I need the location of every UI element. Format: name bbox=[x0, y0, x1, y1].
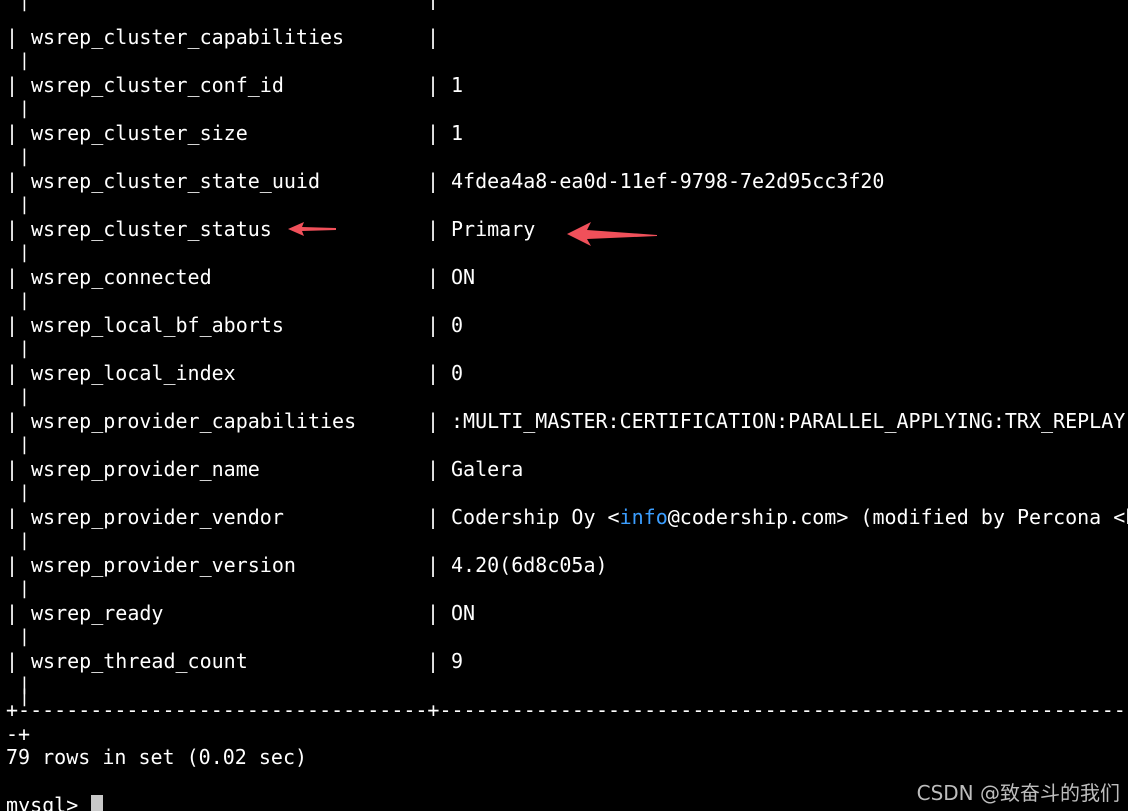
table-border: | bbox=[427, 457, 440, 481]
variable-name: wsrep_cluster_status bbox=[31, 217, 272, 241]
variable-value: Primary bbox=[451, 217, 536, 241]
result-summary: 79 rows in set (0.02 sec) bbox=[6, 745, 308, 769]
table-border: | bbox=[19, 0, 30, 12]
variable-value: 0 bbox=[451, 361, 464, 385]
table-separator: +----------------------------------+----… bbox=[6, 698, 1128, 722]
variable-value: 0 bbox=[451, 313, 464, 337]
variable-value: ON bbox=[451, 601, 476, 625]
variable-name: wsrep_connected bbox=[31, 265, 212, 289]
table-row: | | wsrep_cluster_size | 1 bbox=[0, 109, 1128, 167]
table-border: | bbox=[6, 409, 19, 433]
table-border: | bbox=[427, 601, 440, 625]
table-border: | bbox=[427, 169, 440, 193]
variable-name: wsrep_cluster_size bbox=[31, 121, 248, 145]
table-border: | bbox=[6, 361, 19, 385]
variable-name: wsrep_provider_name bbox=[31, 457, 260, 481]
variable-name: wsrep_local_index bbox=[31, 361, 236, 385]
terminal-window[interactable]: | | | | wsrep_cluster_capabilities | | | wsrep… bbox=[0, 0, 1128, 811]
variable-value: ON bbox=[451, 265, 476, 289]
email-link[interactable]: info bbox=[620, 505, 668, 529]
variable-value: 9 bbox=[451, 649, 464, 673]
variable-value: Galera bbox=[451, 457, 524, 481]
variable-name: wsrep_provider_capabilities bbox=[31, 409, 357, 433]
table-border: | bbox=[427, 313, 440, 337]
table-border: | bbox=[427, 553, 440, 577]
variable-name: wsrep_cluster_conf_id bbox=[31, 73, 284, 97]
table-row: | | wsrep_thread_count | 9 bbox=[0, 637, 1128, 695]
table-border: | bbox=[6, 73, 19, 97]
table-row: | | wsrep_provider_version | 4.20(6d8c05a) bbox=[0, 541, 1128, 599]
prompt-label: mysql> bbox=[6, 793, 91, 811]
table-row: | | wsrep_cluster_status | Primary bbox=[0, 205, 1128, 263]
table-border: | bbox=[427, 121, 440, 145]
table-row: | | wsrep_provider_capabilities |:MULTI_MAS… bbox=[0, 397, 1128, 455]
annotation-arrow-left-icon bbox=[288, 222, 336, 236]
table-border: | bbox=[6, 601, 19, 625]
table-border: | bbox=[6, 265, 19, 289]
variable-value: :MULTI_MASTER:CERTIFICATION:PARALLEL_APP… bbox=[451, 409, 1128, 433]
command-prompt[interactable]: mysql> bbox=[6, 793, 104, 811]
variable-name: wsrep_provider_vendor bbox=[31, 505, 284, 529]
variable-name: wsrep_thread_count bbox=[31, 649, 248, 673]
table-row: | | wsrep_ready | ON bbox=[0, 589, 1128, 647]
table-border: | bbox=[6, 457, 19, 481]
text-cursor bbox=[91, 795, 104, 811]
table-border: | bbox=[427, 217, 440, 241]
variable-value: 1 bbox=[451, 73, 464, 97]
table-border: | bbox=[6, 553, 19, 577]
table-border: | bbox=[6, 505, 19, 529]
watermark: CSDN @致奋斗的我们 bbox=[916, 781, 1120, 805]
variable-name: wsrep_provider_version bbox=[31, 553, 296, 577]
table-border: | bbox=[427, 265, 440, 289]
table-row: | | wsrep_cluster_capabilities | bbox=[0, 13, 1128, 71]
table-border: | bbox=[427, 0, 439, 10]
table-row: | | wsrep_cluster_state_uuid | 4fdea4a8-ea0d… bbox=[0, 157, 1128, 215]
table-border: | bbox=[6, 121, 19, 145]
variable-name: wsrep_ready bbox=[31, 601, 164, 625]
table-row: | | wsrep_local_bf_aborts | 0 bbox=[0, 301, 1128, 359]
table-border: | bbox=[427, 505, 440, 529]
table-border: | bbox=[6, 25, 19, 49]
variable-name: wsrep_cluster_state_uuid bbox=[31, 169, 320, 193]
table-border: | bbox=[427, 409, 440, 433]
variable-value: 1 bbox=[451, 121, 464, 145]
table-row: | | wsrep_provider_name | Galera bbox=[0, 445, 1128, 503]
table-border: | bbox=[427, 649, 440, 673]
variable-name: wsrep_local_bf_aborts bbox=[31, 313, 284, 337]
variable-name: wsrep_cluster_capabilities bbox=[31, 25, 345, 49]
variable-value: 4.20(6d8c05a) bbox=[451, 553, 608, 577]
table-border: | bbox=[6, 169, 19, 193]
value-suffix: @codership.com> (modified by Percona <h bbox=[667, 505, 1128, 529]
variable-value: 4fdea4a8-ea0d-11ef-9798-7e2d95cc3f20 bbox=[451, 169, 885, 193]
table-border: | bbox=[427, 25, 440, 49]
value-prefix: Codership Oy < bbox=[451, 505, 620, 529]
table-border: | bbox=[427, 361, 440, 385]
table-row: | | wsrep_provider_vendor | Codership Oy <in… bbox=[0, 493, 1128, 551]
table-border: | bbox=[6, 313, 19, 337]
table-row: | | wsrep_cluster_conf_id | 1 bbox=[0, 61, 1128, 119]
table-border: | bbox=[6, 217, 19, 241]
table-border: | bbox=[6, 649, 19, 673]
table-row: | | wsrep_local_index | 0 bbox=[0, 349, 1128, 407]
table-separator-wrap: -+ bbox=[6, 722, 31, 746]
annotation-arrow-left-icon bbox=[567, 222, 657, 246]
table-border: | bbox=[427, 73, 440, 97]
table-row: | | wsrep_connected | ON bbox=[0, 253, 1128, 311]
variable-value: Codership Oy <info@codership.com> (modif… bbox=[451, 505, 1128, 529]
